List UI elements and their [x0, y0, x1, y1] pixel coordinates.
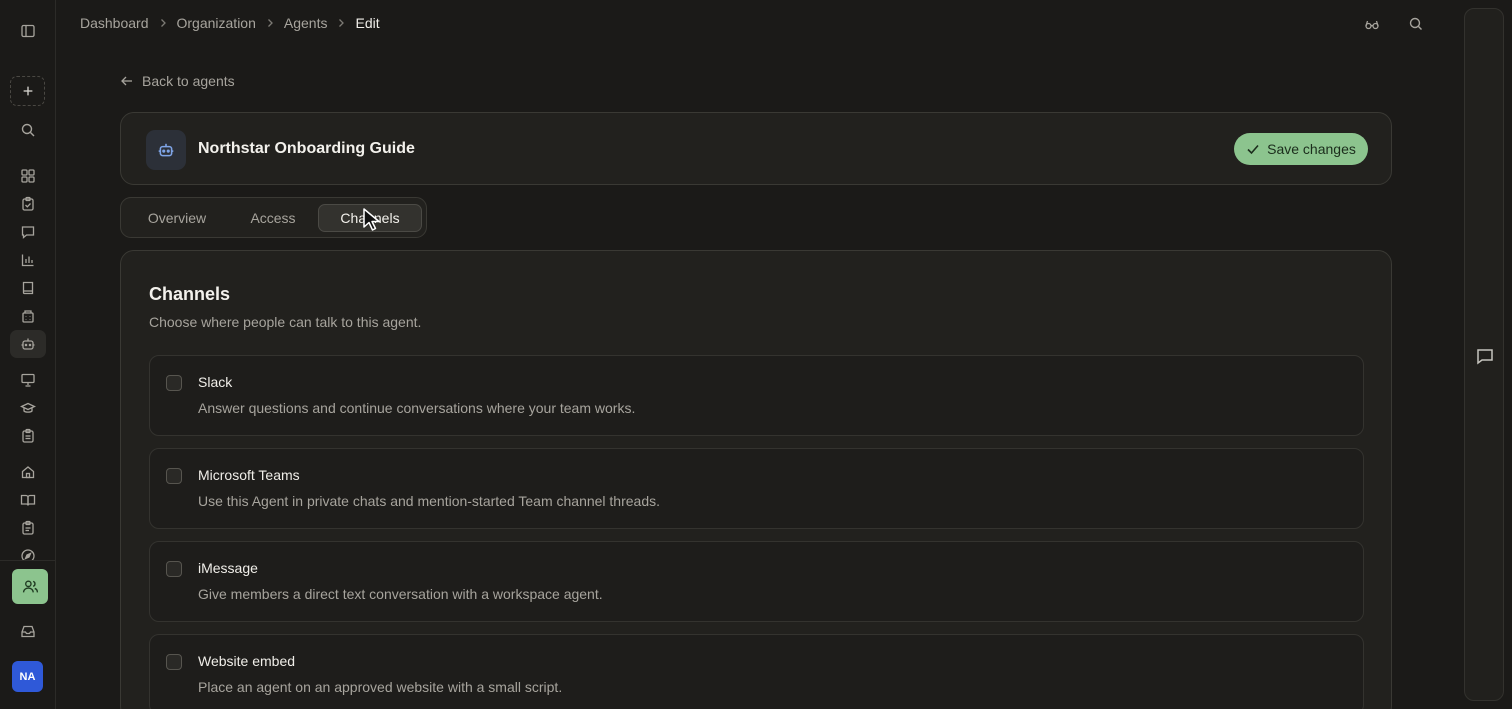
chevron-right-icon — [267, 19, 273, 27]
avatar[interactable]: NA — [12, 661, 43, 692]
breadcrumb-edit: Edit — [355, 15, 380, 31]
website-embed-checkbox[interactable] — [166, 654, 182, 670]
channel-name: Slack — [198, 374, 233, 390]
compass-icon[interactable] — [10, 542, 46, 560]
save-label: Save changes — [1267, 141, 1356, 157]
sidebar-toggle-icon[interactable] — [10, 17, 46, 45]
channel-option-imessage[interactable]: iMessage Give members a direct text conv… — [149, 541, 1364, 622]
book-open-icon[interactable] — [10, 486, 46, 514]
sidebar-rail: NA — [0, 0, 56, 709]
search-icon[interactable] — [10, 116, 46, 144]
home-icon[interactable] — [10, 458, 46, 486]
chevron-right-icon — [160, 19, 166, 27]
section-title: Channels — [149, 284, 231, 304]
channels-card: Channels Choose where people can talk to… — [120, 250, 1392, 709]
clipboard-icon[interactable] — [10, 514, 46, 542]
check-icon — [1247, 144, 1259, 155]
channel-description: Use this Agent in private chats and ment… — [198, 493, 661, 509]
clipboard-check-icon[interactable] — [10, 190, 46, 218]
top-bar: Dashboard Organization Agents Edit — [56, 0, 1456, 48]
inbox-icon[interactable] — [10, 617, 46, 645]
building-icon[interactable] — [10, 302, 46, 330]
new-button[interactable] — [10, 76, 45, 106]
back-label: Back to agents — [142, 73, 235, 89]
bot-icon[interactable] — [10, 330, 46, 358]
channel-option-microsoft-teams[interactable]: Microsoft Teams Use this Agent in privat… — [149, 448, 1364, 529]
users-icon[interactable] — [12, 569, 48, 604]
rail-divider — [0, 560, 55, 561]
breadcrumb-dashboard[interactable]: Dashboard — [80, 15, 149, 31]
dashboard-icon[interactable] — [10, 162, 46, 190]
search-icon[interactable] — [1408, 16, 1424, 32]
section-subtitle: Choose where people can talk to this age… — [149, 314, 422, 330]
tab-access[interactable]: Access — [233, 204, 313, 232]
tab-overview[interactable]: Overview — [135, 204, 219, 232]
message-icon[interactable] — [10, 218, 46, 246]
chevron-right-icon — [339, 19, 345, 27]
bot-icon — [146, 130, 186, 170]
breadcrumb: Dashboard Organization Agents Edit — [80, 15, 380, 31]
right-side-panel — [1464, 8, 1504, 701]
arrow-left-icon — [121, 76, 132, 86]
channel-description: Place an agent on an approved website wi… — [198, 679, 563, 695]
breadcrumb-agents[interactable]: Agents — [284, 15, 328, 31]
microsoft-teams-checkbox[interactable] — [166, 468, 182, 484]
graduation-cap-icon[interactable] — [10, 394, 46, 422]
agent-header-card: Northstar Onboarding Guide Save changes — [120, 112, 1392, 185]
channel-description: Give members a direct text conversation … — [198, 586, 603, 602]
channel-option-slack[interactable]: Slack Answer questions and continue conv… — [149, 355, 1364, 436]
presentation-icon[interactable] — [10, 366, 46, 394]
bar-chart-icon[interactable] — [10, 246, 46, 274]
channel-name: iMessage — [198, 560, 258, 576]
slack-checkbox[interactable] — [166, 375, 182, 391]
channel-name: Website embed — [198, 653, 296, 669]
back-to-agents-link[interactable]: Back to agents — [120, 73, 235, 89]
clipboard-list-icon[interactable] — [10, 422, 46, 450]
glasses-icon[interactable] — [1364, 16, 1380, 32]
agent-name: Northstar Onboarding Guide — [198, 140, 415, 157]
channel-description: Answer questions and continue conversati… — [198, 400, 636, 416]
imessage-checkbox[interactable] — [166, 561, 182, 577]
book-icon[interactable] — [10, 274, 46, 302]
breadcrumb-organization[interactable]: Organization — [177, 15, 256, 31]
chat-icon[interactable] — [1475, 346, 1495, 366]
mouse-cursor-icon — [363, 208, 380, 231]
save-changes-button[interactable]: Save changes — [1234, 133, 1368, 165]
channel-name: Microsoft Teams — [198, 467, 300, 483]
channel-option-website-embed[interactable]: Website embed Place an agent on an appro… — [149, 634, 1364, 709]
